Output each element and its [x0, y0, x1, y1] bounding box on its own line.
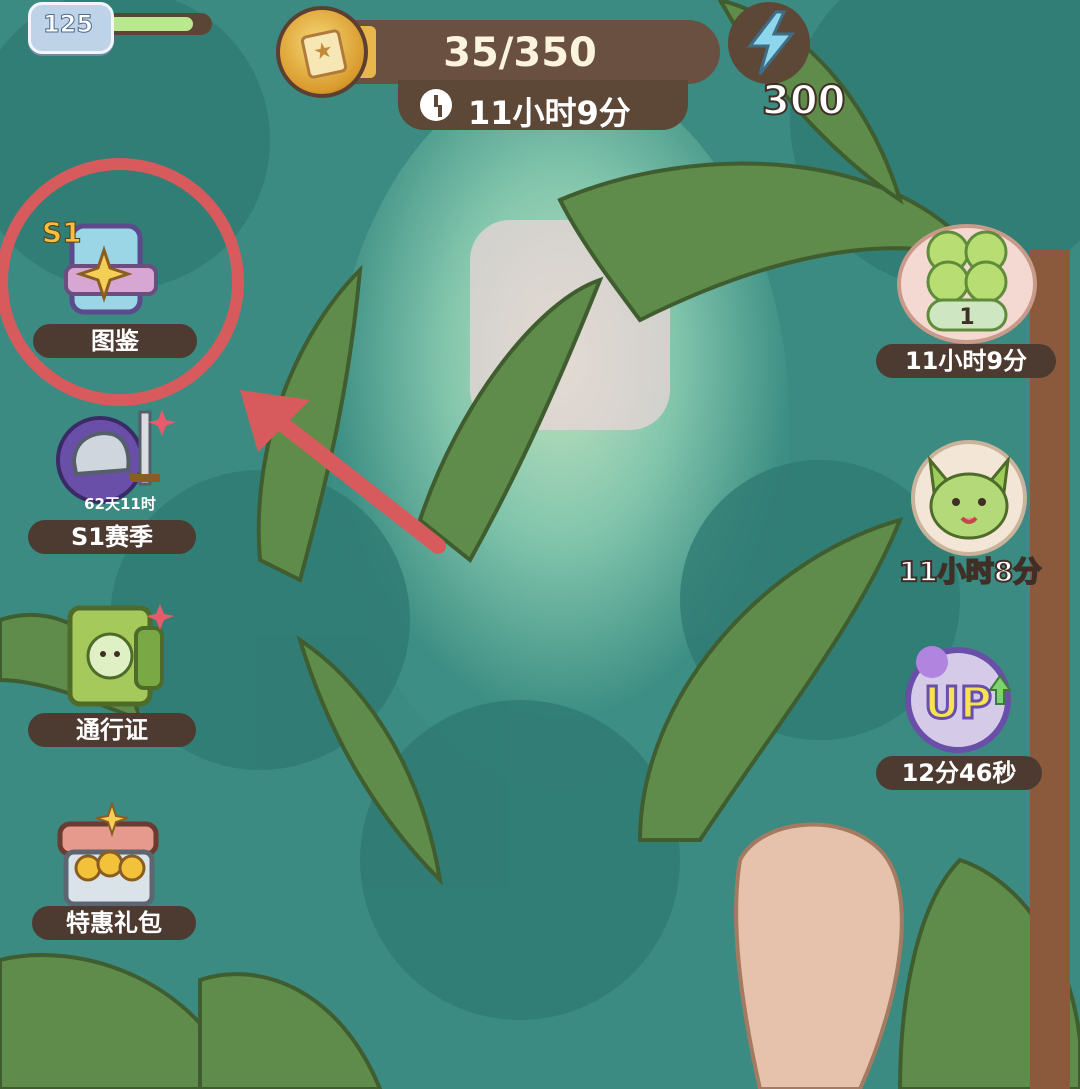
- xp-progress-fill: [103, 17, 193, 31]
- clover-timer: 11小时9分: [876, 344, 1056, 378]
- season-label: S1赛季: [28, 520, 196, 554]
- pass-book-icon[interactable]: [60, 600, 180, 710]
- boost-up-icon[interactable]: UP: [892, 636, 1028, 756]
- xp-progress-bar: [100, 13, 212, 35]
- pass-label: 通行证: [28, 713, 196, 747]
- clover-count: 1: [959, 305, 974, 330]
- energy-value: 300: [761, 77, 846, 125]
- tutorial-highlight-circle: [0, 158, 244, 406]
- scroll-icon: [299, 28, 349, 80]
- refill-timer-text: 11小时9分: [468, 94, 631, 132]
- refill-timer: 11小时9分: [398, 80, 688, 132]
- quest-scroll-icon[interactable]: [276, 6, 368, 98]
- energy-progress-text: 35/350: [443, 30, 597, 76]
- pet-timer: 11小时8分: [898, 554, 1042, 589]
- lightning-bolt-icon[interactable]: [728, 2, 810, 84]
- clover-pot-icon[interactable]: 1: [894, 214, 1040, 344]
- boost-badge-text: UP: [924, 678, 992, 729]
- player-level-badge[interactable]: 125: [28, 2, 114, 54]
- tutorial-arrow-icon: [240, 390, 446, 554]
- bundle-label: 特惠礼包: [32, 906, 196, 940]
- pet-creature-icon[interactable]: [904, 430, 1034, 560]
- player-level: 125: [42, 10, 94, 39]
- clock-icon: [420, 89, 452, 121]
- season-timer: 62天11时: [84, 495, 156, 513]
- treasure-chest-icon[interactable]: [52, 802, 168, 912]
- boost-timer: 12分46秒: [876, 756, 1042, 790]
